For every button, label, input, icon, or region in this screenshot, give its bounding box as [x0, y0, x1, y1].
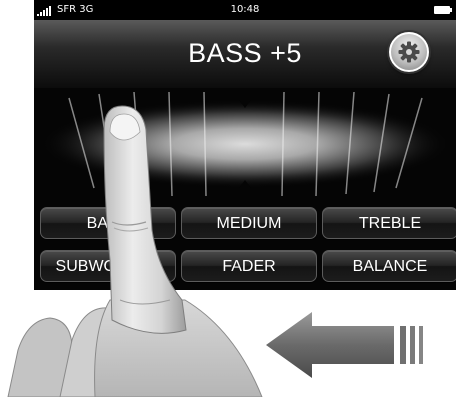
swipe-left-arrow-icon: [266, 312, 423, 378]
tutorial-illustration: SFR 3G 10:48 BASS +5 MEDIUM TREBLE SUBWO…: [0, 0, 470, 397]
